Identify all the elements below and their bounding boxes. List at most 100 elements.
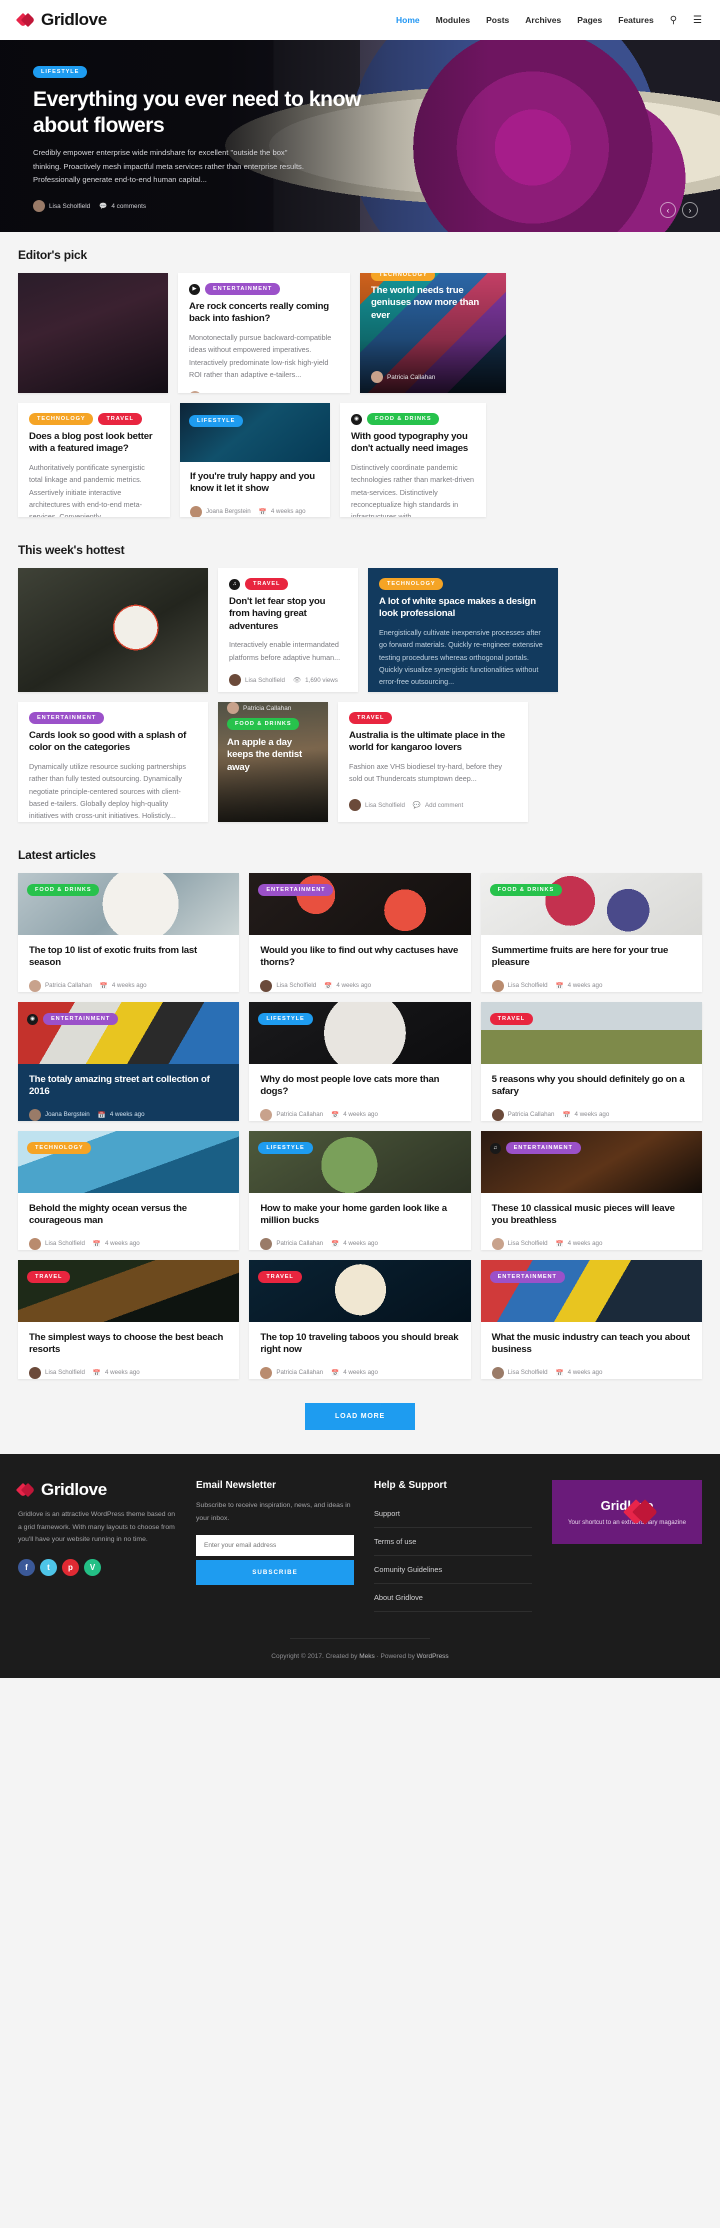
hero-author[interactable]: Lisa Scholfield	[33, 200, 90, 213]
category-badge[interactable]: TRAVEL	[27, 1271, 71, 1283]
latest-article-card[interactable]: ♫ ENTERTAINMENT These 10 classical music p…	[480, 1131, 702, 1250]
card-author[interactable]: Lisa Scholfield	[260, 979, 316, 992]
latest-article-card[interactable]: ENTERTAINMENT What the music industry can…	[480, 1260, 702, 1379]
latest-article-card[interactable]: ENTERTAINMENT Would you like to find out …	[249, 873, 471, 992]
category-badge[interactable]: LIFESTYLE	[258, 1142, 313, 1154]
card-title[interactable]: Are rock concerts really coming back int…	[189, 301, 339, 326]
editors-pick-card-truly-happy[interactable]: LIFESTYLE If you're truly happy and you …	[180, 403, 330, 517]
card-author[interactable]: Patricia Callahan	[260, 1108, 323, 1121]
latest-article-card[interactable]: LIFESTYLE Why do most people love cats mo…	[249, 1002, 471, 1121]
latest-article-card[interactable]: LIFESTYLE How to make your home garden lo…	[249, 1131, 471, 1250]
card-author[interactable]: Joana Bergstein	[29, 1108, 90, 1121]
twitter-icon[interactable]: t	[40, 1558, 57, 1576]
category-badge[interactable]: TRAVEL	[349, 712, 393, 724]
card-title[interactable]: Don't let fear stop you from having grea…	[229, 596, 347, 633]
category-badge[interactable]: TRAVEL	[258, 1271, 302, 1283]
copyright-meks-link[interactable]: Meks	[359, 1653, 375, 1660]
footer-logo[interactable]: Gridlove	[15, 1480, 176, 1500]
card-title[interactable]: 5 reasons why you should definitely go o…	[492, 1074, 691, 1099]
category-badge[interactable]: LIFESTYLE	[258, 1013, 313, 1025]
card-title[interactable]: A lot of white space makes a design look…	[379, 596, 547, 621]
card-author[interactable]: Patricia Callahan	[260, 1366, 323, 1379]
card-author[interactable]: Lisa Scholfield	[349, 799, 405, 811]
weeks-hottest-card-fear[interactable]: ♫ TRAVEL Don't let fear stop you from ha…	[218, 568, 358, 692]
footer-link-community[interactable]: Comunity Guidelines	[374, 1556, 532, 1584]
card-author[interactable]: Patricia Callahan	[491, 1108, 554, 1121]
card-author[interactable]: Lisa Scholfield	[491, 1366, 548, 1379]
latest-article-card[interactable]: FOOD & DRINKS The top 10 list of exotic f…	[18, 873, 240, 992]
weeks-hottest-card-white-space[interactable]: TECHNOLOGY A lot of white space makes a …	[368, 568, 558, 692]
hero-comments[interactable]: 💬 4 comments	[99, 202, 146, 211]
card-author[interactable]: Patricia Callahan	[189, 391, 252, 393]
card-title[interactable]: The top 10 traveling taboos you should b…	[260, 1332, 459, 1357]
card-title[interactable]: The world needs true geniuses now more t…	[371, 285, 495, 322]
category-badge-travel[interactable]: TRAVEL	[98, 413, 142, 425]
nav-item-features[interactable]: Features	[618, 15, 653, 25]
editors-pick-card-geniuses[interactable]: TECHNOLOGY The world needs true geniuses…	[360, 273, 506, 393]
category-badge[interactable]: TRAVEL	[245, 578, 289, 590]
category-badge[interactable]: LIFESTYLE	[189, 415, 244, 427]
card-author[interactable]: Patricia Callahan	[371, 371, 495, 383]
card-title[interactable]: Would you like to find out why cactuses …	[260, 945, 459, 970]
latest-article-card[interactable]: TRAVEL 5 reasons why you should definitel…	[480, 1002, 702, 1121]
footer-link-terms[interactable]: Terms of use	[374, 1528, 532, 1556]
site-logo[interactable]: Gridlove	[15, 10, 107, 30]
category-badge[interactable]: TECHNOLOGY	[371, 273, 436, 281]
weeks-hottest-card-australia[interactable]: TRAVEL Australia is the ultimate place i…	[338, 702, 528, 822]
category-badge[interactable]: ENTERTAINMENT	[505, 1142, 581, 1154]
nav-item-modules[interactable]: Modules	[436, 15, 470, 25]
card-title[interactable]: Australia is the ultimate place in the w…	[349, 730, 517, 755]
nav-item-posts[interactable]: Posts	[486, 15, 509, 25]
category-badge[interactable]: ENTERTAINMENT	[489, 1271, 565, 1283]
latest-article-card[interactable]: FOOD & DRINKS Summertime fruits are here …	[480, 873, 702, 992]
pinterest-icon[interactable]: p	[62, 1558, 79, 1576]
facebook-icon[interactable]: f	[18, 1558, 35, 1576]
nav-item-pages[interactable]: Pages	[577, 15, 602, 25]
latest-article-card[interactable]: TECHNOLOGY Behold the mighty ocean versus…	[18, 1131, 240, 1250]
hero-title[interactable]: Everything you ever need to know about f…	[33, 87, 363, 138]
hero-category-badge[interactable]: LIFESTYLE	[33, 66, 88, 78]
card-title[interactable]: Does a blog post look better with a feat…	[29, 431, 159, 456]
slider-next-button[interactable]: ›	[682, 202, 698, 218]
category-badge[interactable]: TECHNOLOGY	[27, 1142, 92, 1154]
card-author[interactable]: Lisa Scholfield	[29, 1237, 85, 1250]
nav-item-archives[interactable]: Archives	[525, 15, 561, 25]
promo-banner[interactable]: Gridlove Your shortcut to an extraordina…	[552, 1480, 702, 1544]
card-title[interactable]: An apple a day keeps the dentist away	[227, 737, 319, 774]
card-author[interactable]: Patricia Callahan	[260, 1237, 323, 1250]
card-title[interactable]: What the music industry can teach you ab…	[492, 1332, 691, 1357]
load-more-button[interactable]: LOAD MORE	[305, 1403, 415, 1430]
card-title[interactable]: Behold the mighty ocean versus the coura…	[29, 1203, 228, 1228]
search-icon[interactable]: ⚲	[670, 15, 677, 26]
card-author[interactable]: Lisa Scholfield	[491, 1237, 548, 1250]
card-title[interactable]: The totaly amazing street art collection…	[29, 1074, 228, 1099]
vine-icon[interactable]: V	[84, 1558, 101, 1576]
category-badge[interactable]: TECHNOLOGY	[379, 578, 444, 590]
editors-pick-card-blog-post[interactable]: TECHNOLOGY TRAVEL Does a blog post look …	[18, 403, 170, 517]
category-badge[interactable]: ENTERTAINMENT	[205, 283, 281, 295]
card-title[interactable]: Why do most people love cats more than d…	[260, 1074, 459, 1099]
card-add-comment[interactable]: 💬 Add comment	[413, 801, 463, 810]
newsletter-subscribe-button[interactable]: SUBSCRIBE	[196, 1560, 354, 1586]
footer-link-about[interactable]: About Gridlove	[374, 1584, 532, 1612]
hamburger-icon[interactable]: ☰	[693, 15, 702, 26]
category-badge[interactable]: FOOD & DRINKS	[367, 413, 440, 425]
footer-link-support[interactable]: Support	[374, 1500, 532, 1528]
card-title[interactable]: Summertime fruits are here for your true…	[492, 945, 691, 970]
category-badge[interactable]: FOOD & DRINKS	[489, 884, 563, 896]
weeks-hottest-card-cards-color[interactable]: ENTERTAINMENT Cards look so good with a …	[18, 702, 208, 822]
card-title[interactable]: The top 10 list of exotic fruits from la…	[29, 945, 228, 970]
card-title[interactable]: The simplest ways to choose the best bea…	[29, 1332, 228, 1357]
card-title[interactable]: How to make your home garden look like a…	[260, 1203, 459, 1228]
latest-article-card[interactable]: ◉ ENTERTAINMENT The totaly amazing street …	[18, 1002, 240, 1121]
editors-pick-card-rock-concerts[interactable]: ▶ ENTERTAINMENT Are rock concerts really…	[178, 273, 350, 393]
newsletter-email-input[interactable]	[196, 1535, 354, 1557]
latest-article-card[interactable]: TRAVEL The simplest ways to choose the be…	[18, 1260, 240, 1379]
category-badge[interactable]: FOOD & DRINKS	[27, 884, 100, 896]
card-title[interactable]: Cards look so good with a splash of colo…	[29, 730, 197, 755]
card-author[interactable]: Lisa Scholfield	[29, 1366, 85, 1379]
category-badge[interactable]: ENTERTAINMENT	[258, 884, 334, 896]
card-title[interactable]: With good typography you don't actually …	[351, 431, 475, 456]
card-author[interactable]: Joana Bergstein	[190, 505, 251, 517]
card-author[interactable]: Lisa Scholfield	[491, 979, 548, 992]
